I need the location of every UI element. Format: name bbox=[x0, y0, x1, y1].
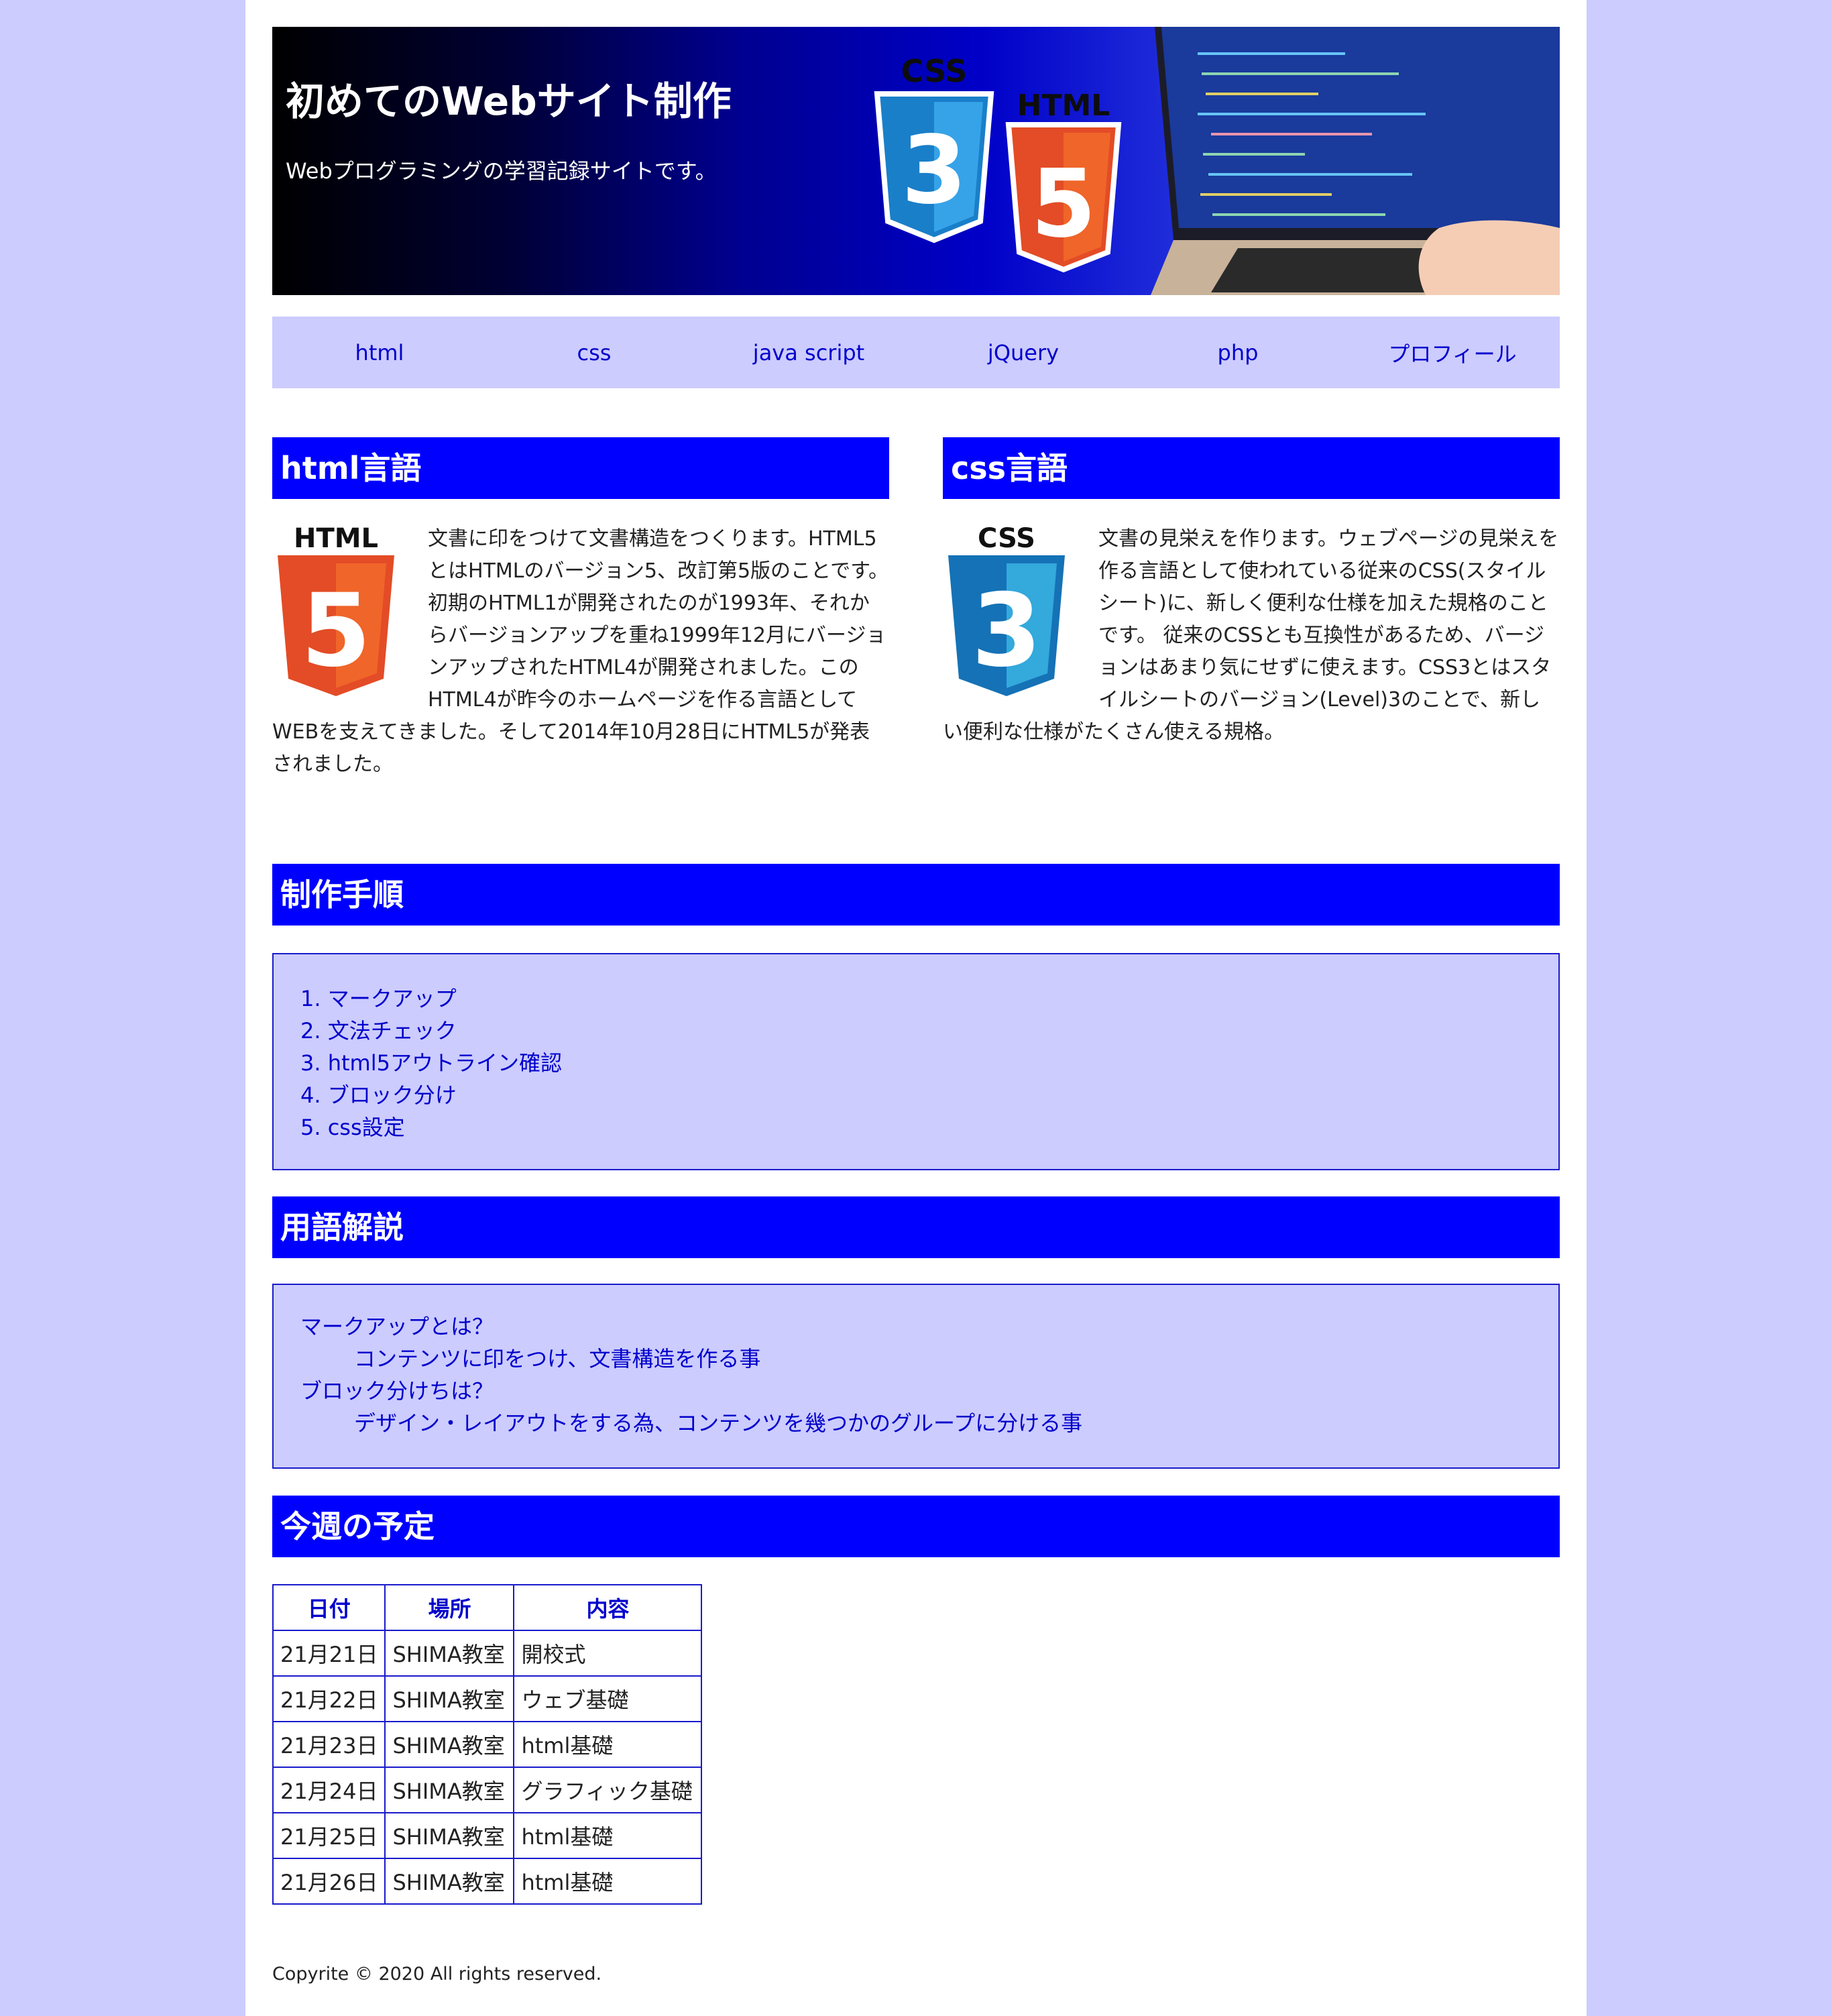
table-cell: html基礎 bbox=[513, 1721, 703, 1768]
site-header: 初めてのWebサイト制作 Webプログラミングの学習記録サイトです。 CSS 3… bbox=[272, 27, 1560, 295]
table-cell: 21月21日 bbox=[272, 1630, 386, 1677]
laptop-illustration bbox=[1151, 27, 1560, 295]
table-row: 21月23日 SHIMA教室 html基礎 bbox=[272, 1721, 703, 1768]
css3-logo-icon: CSS 3 bbox=[874, 53, 994, 243]
column-header-place: 場所 bbox=[384, 1584, 515, 1631]
schedule-table: 日付 場所 内容 21月21日 SHIMA教室 開校式 21月22日 SHIMA… bbox=[272, 1584, 703, 1905]
table-cell: SHIMA教室 bbox=[384, 1721, 515, 1768]
html5-badge-number: 5 bbox=[1031, 150, 1096, 259]
table-cell: SHIMA教室 bbox=[384, 1858, 515, 1905]
html5-logo-number: 5 bbox=[301, 573, 371, 689]
glossary-definition: デザイン・レイアウトをする為、コンテンツを幾つかのグループに分ける事 bbox=[354, 1410, 1083, 1436]
page-container: 初めてのWebサイト制作 Webプログラミングの学習記録サイトです。 CSS 3… bbox=[245, 0, 1587, 2016]
copyright-text: Copyrite © 2020 All rights reserved. bbox=[272, 1964, 602, 1984]
schedule-heading: 今週の予定 bbox=[272, 1496, 1560, 1557]
glossary-box: マークアップとは？ コンテンツに印をつけ、文書構造を作る事 ブロック分けちは？ … bbox=[272, 1284, 1560, 1469]
table-row: 21月26日 SHIMA教室 html基礎 bbox=[272, 1858, 703, 1905]
nav-item-profile[interactable]: プロフィール bbox=[1345, 317, 1560, 388]
css3-badge-number: 3 bbox=[901, 116, 966, 225]
css3-badge-label: CSS bbox=[901, 53, 968, 89]
site-subtitle: Webプログラミングの学習記録サイトです。 bbox=[286, 158, 717, 184]
list-item: 2. 文法チェック bbox=[300, 1018, 457, 1044]
table-cell: 21月22日 bbox=[272, 1675, 386, 1722]
table-cell: 21月23日 bbox=[272, 1721, 386, 1768]
list-item: 5. css設定 bbox=[300, 1115, 405, 1140]
css3-logo-icon: CSS 3 bbox=[948, 523, 1065, 696]
nav-item-php[interactable]: php bbox=[1131, 317, 1345, 388]
table-row: 21月22日 SHIMA教室 ウェブ基礎 bbox=[272, 1675, 703, 1722]
table-cell: SHIMA教室 bbox=[384, 1675, 515, 1722]
nav-item-jquery[interactable]: jQuery bbox=[916, 317, 1131, 388]
table-cell: html基礎 bbox=[513, 1812, 703, 1859]
steps-list: 1. マークアップ 2. 文法チェック 3. html5アウトライン確認 4. … bbox=[274, 954, 1558, 1143]
table-cell: 21月26日 bbox=[272, 1858, 386, 1905]
steps-box: 1. マークアップ 2. 文法チェック 3. html5アウトライン確認 4. … bbox=[272, 953, 1560, 1170]
html-section-heading: html言語 bbox=[272, 437, 889, 499]
column-header-date: 日付 bbox=[272, 1584, 386, 1631]
table-cell: グラフィック基礎 bbox=[513, 1767, 703, 1813]
nav-item-css[interactable]: css bbox=[487, 317, 701, 388]
css-section: css言語 CSS 3 文書の見栄えを作ります。ウェブページの見栄えを作る言語と… bbox=[943, 437, 1560, 748]
nav-item-javascript[interactable]: java script bbox=[701, 317, 916, 388]
table-cell: ウェブ基礎 bbox=[513, 1675, 703, 1722]
html5-logo-label: HTML bbox=[294, 523, 378, 554]
glossary-term: ブロック分けちは？ bbox=[300, 1378, 494, 1404]
table-cell: 開校式 bbox=[513, 1630, 703, 1677]
site-title: 初めてのWebサイト制作 bbox=[286, 78, 732, 124]
html5-logo-icon: HTML 5 bbox=[1005, 89, 1122, 273]
css-section-heading: css言語 bbox=[943, 437, 1560, 499]
table-header-row: 日付 場所 内容 bbox=[272, 1584, 703, 1631]
html5-badge-label: HTML bbox=[1017, 89, 1110, 123]
table-cell: html基礎 bbox=[513, 1858, 703, 1905]
table-row: 21月24日 SHIMA教室 グラフィック基礎 bbox=[272, 1767, 703, 1813]
html5-logo-icon: HTML 5 bbox=[278, 523, 394, 696]
html-section: html言語 HTML 5 文書に印をつけて文書構造をつくります。HTML5とは… bbox=[272, 437, 889, 781]
list-item: 4. ブロック分け bbox=[300, 1082, 457, 1108]
glossary-heading: 用語解説 bbox=[272, 1196, 1560, 1258]
table-cell: 21月25日 bbox=[272, 1812, 386, 1859]
table-row: 21月21日 SHIMA教室 開校式 bbox=[272, 1630, 703, 1677]
css3-logo-label: CSS bbox=[978, 523, 1035, 554]
table-cell: SHIMA教室 bbox=[384, 1812, 515, 1859]
table-cell: SHIMA教室 bbox=[384, 1767, 515, 1813]
table-cell: 21月24日 bbox=[272, 1767, 386, 1813]
glossary-definition: コンテンツに印をつけ、文書構造を作る事 bbox=[354, 1346, 761, 1371]
table-cell: SHIMA教室 bbox=[384, 1630, 515, 1677]
nav-item-html[interactable]: html bbox=[272, 317, 487, 388]
header-banner-image: CSS 3 HTML 5 bbox=[874, 27, 1560, 295]
main-navigation: html css java script jQuery php プロフィール bbox=[272, 317, 1560, 388]
glossary-term: マークアップとは？ bbox=[300, 1314, 494, 1339]
list-item: 1. マークアップ bbox=[300, 986, 457, 1011]
column-header-content: 内容 bbox=[513, 1584, 703, 1631]
list-item: 3. html5アウトライン確認 bbox=[300, 1050, 562, 1076]
table-row: 21月25日 SHIMA教室 html基礎 bbox=[272, 1812, 703, 1859]
steps-heading: 制作手順 bbox=[272, 864, 1560, 926]
css3-logo-number: 3 bbox=[972, 573, 1041, 689]
